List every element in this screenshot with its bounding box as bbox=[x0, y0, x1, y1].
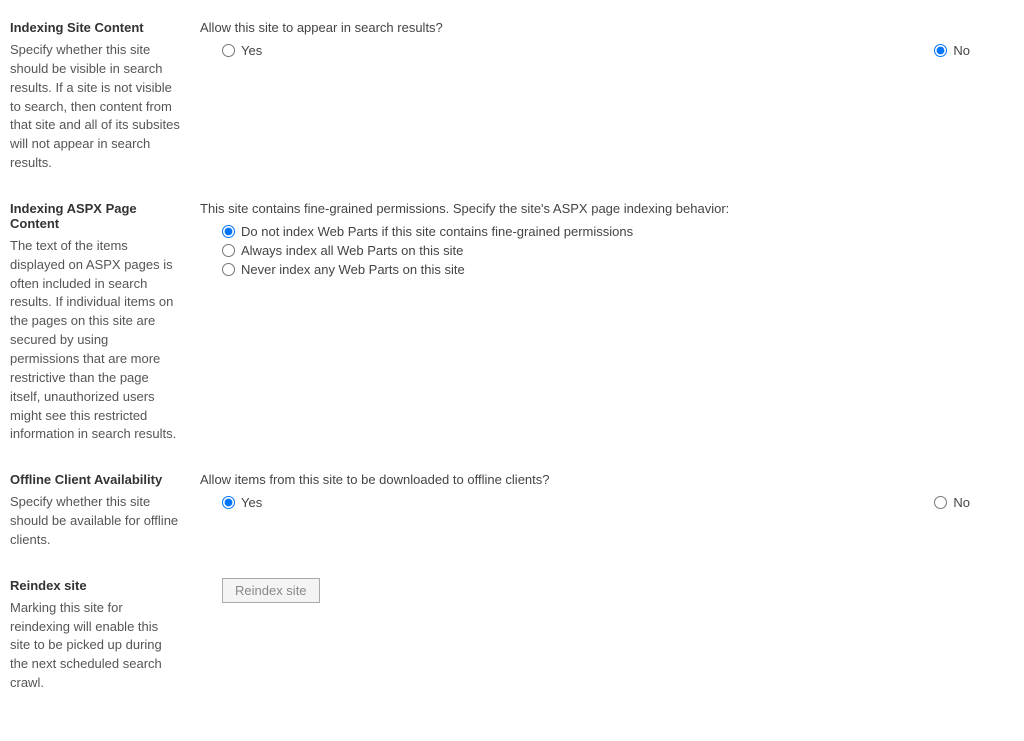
desc-offline: Specify whether this site should be avai… bbox=[10, 493, 180, 550]
radio-indexing-yes-label: Yes bbox=[241, 43, 262, 58]
section-offline: Offline Client Availability Specify whet… bbox=[10, 472, 1014, 550]
section-indexing-aspx: Indexing ASPX Page Content The text of t… bbox=[10, 201, 1014, 444]
heading-offline: Offline Client Availability bbox=[10, 472, 180, 487]
radio-indexing-yes[interactable]: Yes bbox=[222, 43, 262, 58]
section-left-aspx: Indexing ASPX Page Content The text of t… bbox=[10, 201, 190, 444]
radio-aspx-opt1[interactable]: Do not index Web Parts if this site cont… bbox=[222, 224, 1014, 239]
radio-indexing-yes-input[interactable] bbox=[222, 44, 235, 57]
section-right-aspx: This site contains fine-grained permissi… bbox=[190, 201, 1014, 281]
radio-aspx-opt1-label: Do not index Web Parts if this site cont… bbox=[241, 224, 633, 239]
desc-aspx: The text of the items displayed on ASPX … bbox=[10, 237, 180, 444]
yn-row-indexing: Yes No bbox=[200, 43, 1014, 58]
radio-offline-no[interactable]: No bbox=[934, 495, 970, 510]
radio-aspx-opt2-input[interactable] bbox=[222, 244, 235, 257]
section-reindex: Reindex site Marking this site for reind… bbox=[10, 578, 1014, 693]
section-left: Indexing Site Content Specify whether th… bbox=[10, 20, 190, 173]
radio-aspx-opt2[interactable]: Always index all Web Parts on this site bbox=[222, 243, 1014, 258]
prompt-aspx: This site contains fine-grained permissi… bbox=[200, 201, 1014, 216]
radio-offline-yes-input[interactable] bbox=[222, 496, 235, 509]
section-indexing-site: Indexing Site Content Specify whether th… bbox=[10, 20, 1014, 173]
desc-indexing-site: Specify whether this site should be visi… bbox=[10, 41, 180, 173]
heading-indexing-site: Indexing Site Content bbox=[10, 20, 180, 35]
radio-indexing-no[interactable]: No bbox=[934, 43, 970, 58]
prompt-offline: Allow items from this site to be downloa… bbox=[200, 472, 1014, 487]
reindex-button[interactable]: Reindex site bbox=[222, 578, 320, 603]
yn-row-offline: Yes No bbox=[200, 495, 1014, 510]
desc-reindex: Marking this site for reindexing will en… bbox=[10, 599, 180, 693]
heading-aspx: Indexing ASPX Page Content bbox=[10, 201, 180, 231]
radio-offline-yes-label: Yes bbox=[241, 495, 262, 510]
radio-indexing-no-label: No bbox=[953, 43, 970, 58]
radio-aspx-opt3[interactable]: Never index any Web Parts on this site bbox=[222, 262, 1014, 277]
prompt-indexing-site: Allow this site to appear in search resu… bbox=[200, 20, 1014, 35]
radio-aspx-opt1-input[interactable] bbox=[222, 225, 235, 238]
radio-offline-no-input[interactable] bbox=[934, 496, 947, 509]
section-right-reindex: Reindex site bbox=[190, 578, 1014, 603]
radio-offline-no-label: No bbox=[953, 495, 970, 510]
section-left-reindex: Reindex site Marking this site for reind… bbox=[10, 578, 190, 693]
radio-aspx-opt2-label: Always index all Web Parts on this site bbox=[241, 243, 463, 258]
radio-indexing-no-input[interactable] bbox=[934, 44, 947, 57]
radio-aspx-opt3-label: Never index any Web Parts on this site bbox=[241, 262, 465, 277]
radio-aspx-opt3-input[interactable] bbox=[222, 263, 235, 276]
heading-reindex: Reindex site bbox=[10, 578, 180, 593]
section-right: Allow this site to appear in search resu… bbox=[190, 20, 1014, 58]
radio-offline-yes[interactable]: Yes bbox=[222, 495, 262, 510]
section-left-offline: Offline Client Availability Specify whet… bbox=[10, 472, 190, 550]
section-right-offline: Allow items from this site to be downloa… bbox=[190, 472, 1014, 510]
